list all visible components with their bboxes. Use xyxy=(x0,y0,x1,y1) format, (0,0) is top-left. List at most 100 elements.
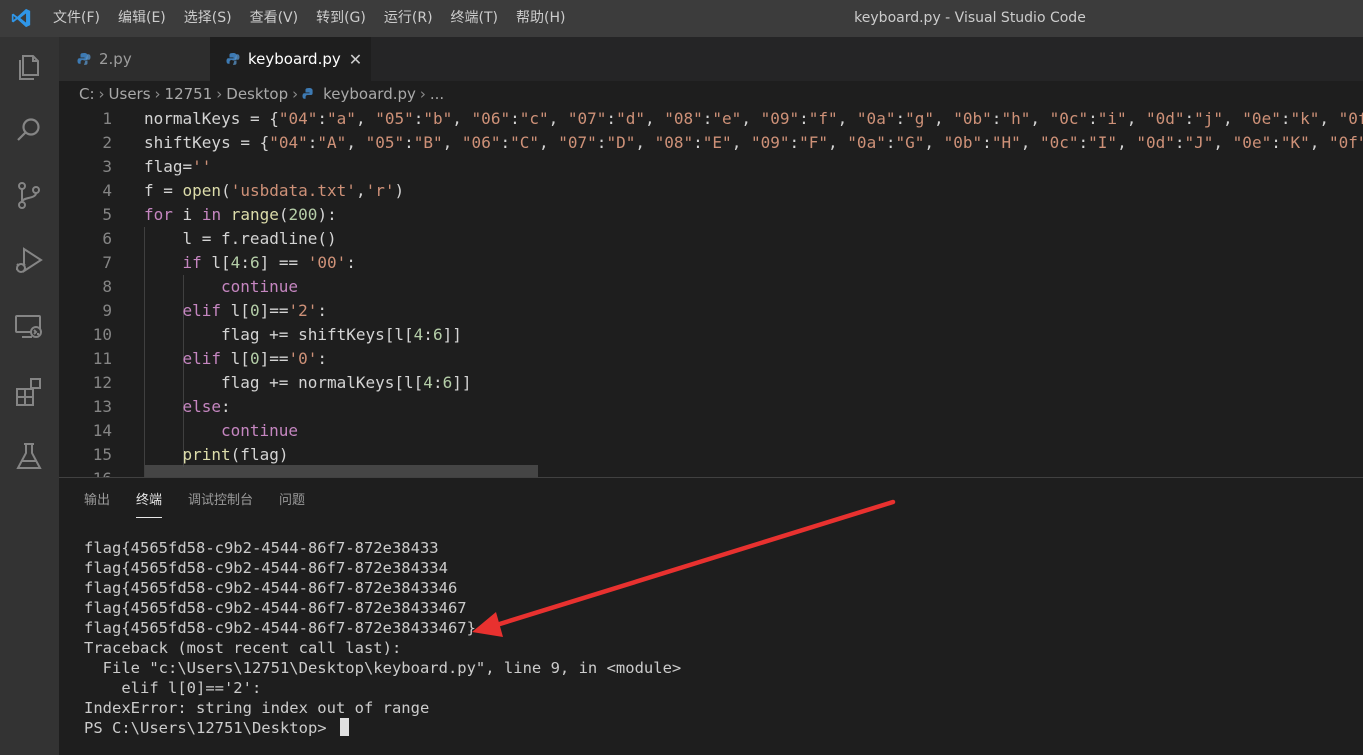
code-token: else xyxy=(182,397,222,416)
code-token: "06" xyxy=(461,133,501,152)
code-token: : xyxy=(606,109,617,128)
code-token: "09" xyxy=(760,109,800,128)
line-number: 12 xyxy=(92,373,112,392)
code-token: : xyxy=(221,397,231,416)
code-line: 15 print(flag) xyxy=(59,443,1363,467)
line-number: 11 xyxy=(92,349,112,368)
code-token: "k" xyxy=(1290,109,1320,128)
code-token: "h" xyxy=(1001,109,1031,128)
code-token: : xyxy=(991,109,1002,128)
code-token: , xyxy=(1319,109,1339,128)
code-token: "E" xyxy=(702,133,732,152)
menu-item[interactable]: 转到(G) xyxy=(307,0,375,37)
terminal-line: flag{4565fd58-c9b2-4544-86f7-872e38433 xyxy=(84,539,439,557)
code-token: , xyxy=(1213,133,1233,152)
code-token: , xyxy=(355,109,376,128)
code-token: ]== xyxy=(259,349,289,368)
menu-item[interactable]: 编辑(E) xyxy=(109,0,175,37)
code-text: shiftKeys = {"04":"A", "05":"B", "06":"C… xyxy=(144,131,1363,155)
terminal-line: flag{4565fd58-c9b2-4544-86f7-872e3843346 xyxy=(84,579,458,597)
code-text: continue xyxy=(221,419,298,443)
code-token: 0 xyxy=(249,349,260,368)
code-token: , xyxy=(1309,133,1330,152)
code-line: 5 for i in range(200): xyxy=(59,203,1363,227)
code-token: ): xyxy=(317,205,337,224)
code-token: "0f" xyxy=(1329,133,1363,152)
code-line: 4 f = open('usbdata.txt','r') xyxy=(59,179,1363,203)
panel-tabs: 输出 终端 调试控制台 问题 xyxy=(84,488,331,518)
vscode-logo-icon[interactable] xyxy=(10,7,32,29)
code-text: continue xyxy=(221,275,298,299)
code-line: 3 flag='' xyxy=(59,155,1363,179)
menu-item[interactable]: 查看(V) xyxy=(241,0,308,37)
testing-flask-icon[interactable] xyxy=(12,439,46,473)
terminal-line: Traceback (most recent call last): xyxy=(84,639,402,657)
panel-tab[interactable]: 输出 xyxy=(84,488,110,518)
code-token: ( xyxy=(278,205,289,224)
code-text: normalKeys = {"04":"a", "05":"b", "06":"… xyxy=(144,107,1363,131)
code-token: continue xyxy=(221,277,299,296)
code-line: 7 if l[4:6] == '00': xyxy=(59,251,1363,275)
code-line: 6 l = f.readline() xyxy=(59,227,1363,251)
panel-tab[interactable]: 终端 xyxy=(136,488,163,518)
menu-item[interactable]: 帮助(H) xyxy=(507,0,574,37)
remote-explorer-icon[interactable] xyxy=(12,309,46,343)
code-editor[interactable]: 1 normalKeys = {"04":"a", "05":"b", "06":… xyxy=(59,107,1363,477)
code-token: '0' xyxy=(288,349,318,368)
code-token: : xyxy=(799,109,809,128)
breadcrumb-segment[interactable]: Users xyxy=(109,85,151,103)
chevron-right-icon: › xyxy=(216,85,223,103)
run-debug-icon[interactable] xyxy=(12,243,46,277)
line-number: 15 xyxy=(92,445,112,464)
code-token: "c" xyxy=(519,109,549,128)
tab-label: 2.py xyxy=(99,50,132,68)
code-text: elif l[0]=='2': xyxy=(183,299,328,323)
code-token: 4 xyxy=(230,253,241,272)
code-token: , xyxy=(548,109,568,128)
breadcrumb-segment[interactable]: Desktop xyxy=(226,85,288,103)
code-token: l[ xyxy=(201,253,231,272)
code-token: , xyxy=(442,133,462,152)
code-token: : xyxy=(1088,109,1098,128)
code-token: for xyxy=(144,205,173,224)
code-token: ) xyxy=(394,181,405,200)
code-token: : xyxy=(432,373,443,392)
tab-keyboard-py[interactable]: keyboard.py ✕ xyxy=(210,37,371,81)
terminal-output[interactable]: flag{4565fd58-c9b2-4544-86f7-872e38433 fl… xyxy=(84,538,681,738)
code-token: '2' xyxy=(288,301,318,320)
breadcrumb-segment[interactable]: ... xyxy=(430,85,444,103)
code-token: elif xyxy=(182,349,222,368)
tab-2-py[interactable]: 2.py xyxy=(59,37,210,81)
menu-item[interactable]: 文件(F) xyxy=(44,0,109,37)
terminal-line: flag{4565fd58-c9b2-4544-86f7-872e384334 xyxy=(84,559,448,577)
code-token: , xyxy=(1030,109,1050,128)
code-token: "0c" xyxy=(1049,109,1089,128)
code-token: '00' xyxy=(307,253,347,272)
code-token: elif xyxy=(182,301,222,320)
line-number: 2 xyxy=(102,133,112,152)
breadcrumb-segment[interactable]: keyboard.py xyxy=(323,85,416,103)
extensions-icon[interactable] xyxy=(12,374,46,408)
breadcrumb-segment[interactable]: C: xyxy=(79,85,95,103)
panel-tab[interactable]: 问题 xyxy=(279,488,305,518)
code-token: , xyxy=(539,133,559,152)
breadcrumb-segment[interactable]: 12751 xyxy=(165,85,213,103)
menu-item[interactable]: 选择(S) xyxy=(175,0,241,37)
source-control-icon[interactable] xyxy=(12,178,46,212)
explorer-icon[interactable] xyxy=(12,49,46,83)
code-token: range xyxy=(230,205,279,224)
line-number: 16 xyxy=(59,467,112,477)
code-token: : xyxy=(693,133,703,152)
code-token: "05" xyxy=(365,133,405,152)
horizontal-scrollbar[interactable] xyxy=(145,465,538,477)
code-token: "0a" xyxy=(856,109,896,128)
close-icon[interactable]: ✕ xyxy=(349,50,362,69)
editor-tab-bar: 2.py keyboard.py ✕ xyxy=(59,37,1363,81)
code-token: , xyxy=(934,109,954,128)
code-token: : xyxy=(500,133,511,152)
search-icon[interactable] xyxy=(12,113,46,147)
code-token: print xyxy=(182,445,231,464)
menu-item[interactable]: 运行(R) xyxy=(375,0,442,37)
panel-tab[interactable]: 调试控制台 xyxy=(188,488,253,518)
menu-item[interactable]: 终端(T) xyxy=(442,0,507,37)
